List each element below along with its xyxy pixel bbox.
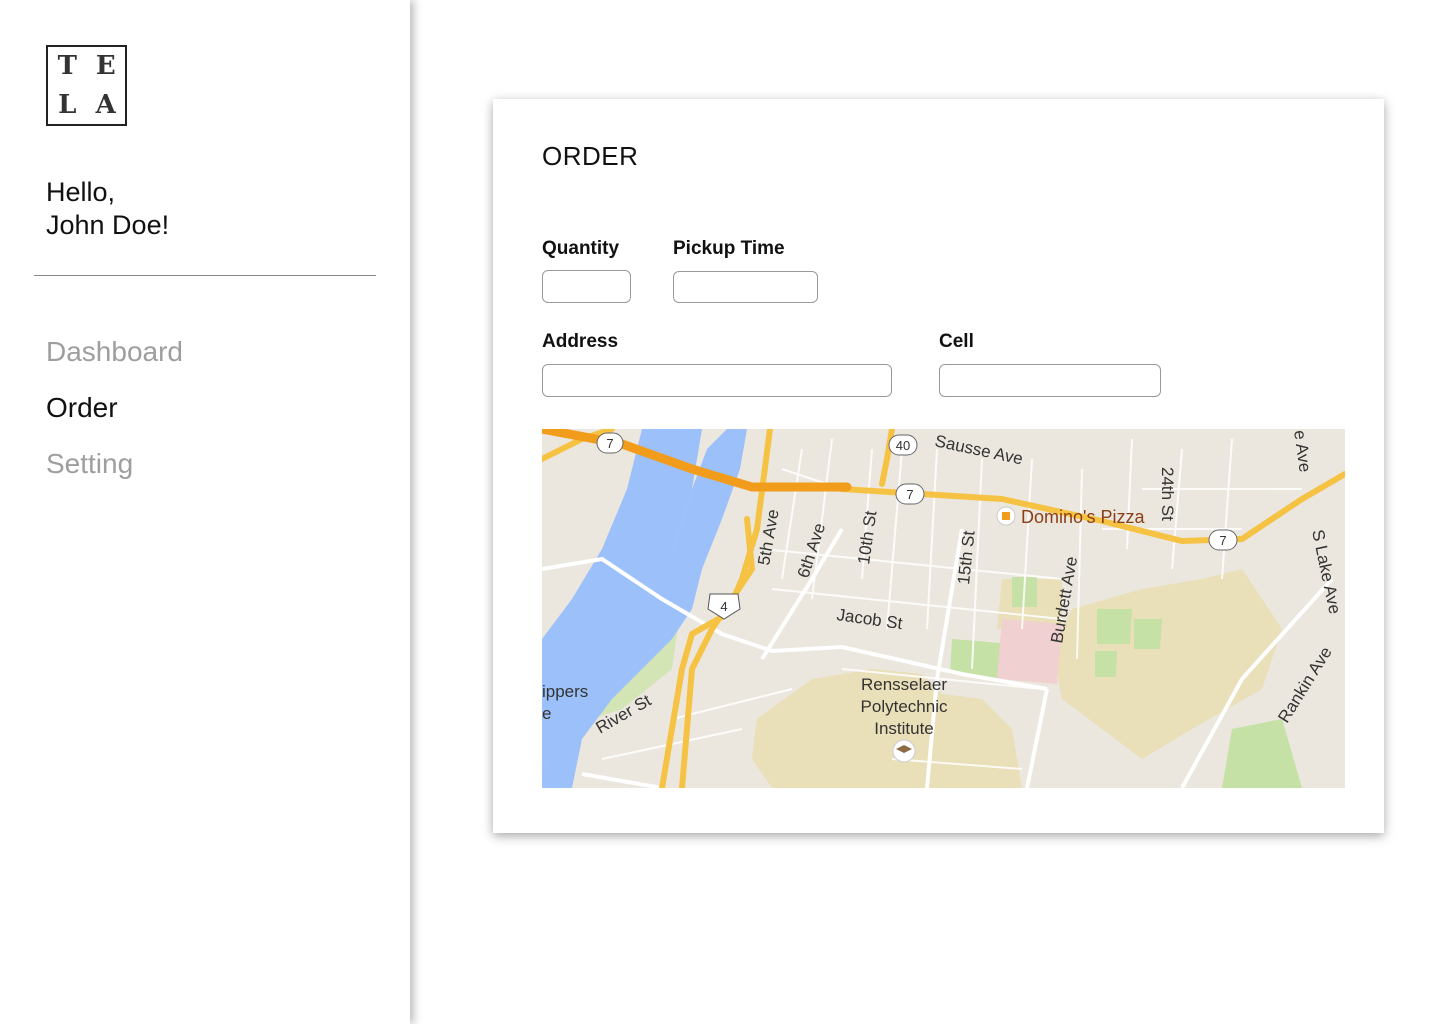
address-field[interactable] <box>542 364 892 397</box>
street-label: e <box>542 704 551 723</box>
pickup-time-field[interactable] <box>673 271 818 303</box>
cell-label: Cell <box>939 331 974 352</box>
poi-label-rpi: Institute <box>874 719 934 738</box>
page-title: ORDER <box>542 141 639 171</box>
street-label: 24th St <box>1158 467 1177 521</box>
street-label: ippers <box>542 682 588 701</box>
sidebar-item-setting[interactable]: Setting <box>46 436 183 492</box>
quantity-label: Quantity <box>542 238 620 259</box>
route-shield-label: 7 <box>606 436 613 451</box>
poi-label-dominos: Domino's Pizza <box>1021 507 1145 527</box>
quantity-field[interactable] <box>542 270 631 303</box>
logo-letter: L <box>58 89 77 120</box>
route-shield-label: 7 <box>906 487 913 502</box>
map-canvas[interactable]: 7 40 7 7 4 Domino's Pizza Rensselaer Pol… <box>542 429 1345 788</box>
sidebar-item-dashboard[interactable]: Dashboard <box>46 324 183 380</box>
greeting: Hello, John Doe! <box>46 176 169 242</box>
map[interactable]: 7 40 7 7 4 Domino's Pizza Rensselaer Pol… <box>542 429 1345 788</box>
route-shield-label: 7 <box>1219 533 1226 548</box>
route-shield-label: 4 <box>720 599 727 614</box>
divider <box>34 275 376 276</box>
address-label: Address <box>542 331 619 352</box>
user-name: John Doe! <box>46 210 170 240</box>
sidebar: T E L A Hello, John Doe! Dashboard Order… <box>0 0 410 1024</box>
logo-letter: A <box>95 89 116 120</box>
greeting-line: Hello, <box>46 177 116 207</box>
order-card: ORDER Quantity Pickup Time Address Cell <box>493 99 1384 833</box>
logo[interactable]: T E L A <box>46 45 127 126</box>
sidebar-nav: Dashboard Order Setting <box>46 324 183 492</box>
logo-letter: E <box>95 51 116 82</box>
sidebar-item-order[interactable]: Order <box>46 380 183 436</box>
poi-label-rpi: Rensselaer <box>861 675 947 694</box>
logo-letter: T <box>57 51 77 82</box>
cell-field[interactable] <box>939 364 1161 397</box>
poi-label-rpi: Polytechnic <box>861 697 948 716</box>
pickup-time-label: Pickup Time <box>673 238 785 259</box>
route-shield-label: 40 <box>896 438 910 453</box>
